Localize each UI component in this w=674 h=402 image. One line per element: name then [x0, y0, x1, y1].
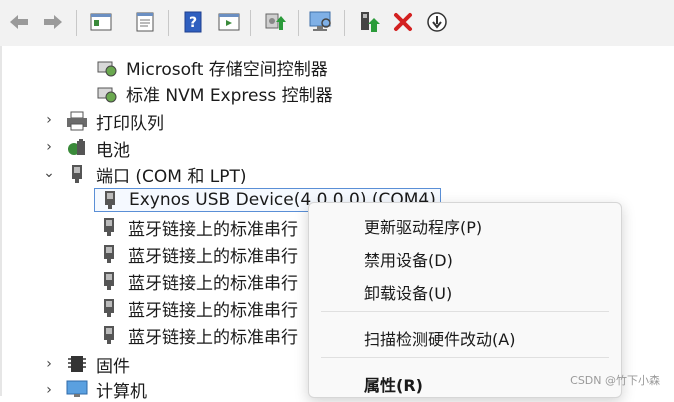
- port-icon: [98, 216, 120, 238]
- help-icon[interactable]: ?: [180, 9, 206, 35]
- tree-item-nvm-controller[interactable]: 标准 NVM Express 控制器: [96, 80, 333, 106]
- menu-separator: [321, 357, 609, 358]
- toolbar: ?: [0, 0, 674, 47]
- tree-item-label: 端口 (COM 和 LPT): [96, 166, 247, 187]
- chevron-right-icon[interactable]: ›: [42, 112, 56, 128]
- tree-item-label: 电池: [96, 140, 130, 161]
- printer-icon: [66, 110, 88, 132]
- properties-pane-icon[interactable]: [88, 9, 114, 35]
- tree-item-battery[interactable]: 电池: [66, 135, 130, 161]
- tree-item-label: 蓝牙链接上的标准串行: [128, 327, 298, 348]
- enable-device-icon[interactable]: [356, 9, 382, 35]
- port-icon: [98, 297, 120, 319]
- tree-item-bt-serial[interactable]: 蓝牙链接上的标准串行: [98, 241, 298, 267]
- tree-item-computer[interactable]: 计算机: [66, 376, 147, 402]
- toolbar-separator: [168, 10, 169, 36]
- tree-item-label: 蓝牙链接上的标准串行: [128, 300, 298, 321]
- tree-item-label: 计算机: [96, 381, 147, 402]
- firmware-chip-icon: [66, 353, 88, 375]
- tree-item-label: 蓝牙链接上的标准串行: [128, 246, 298, 267]
- menu-item-uninstall-device[interactable]: 卸载设备(U): [364, 280, 452, 304]
- tree-item-ports[interactable]: 端口 (COM 和 LPT): [66, 161, 247, 187]
- tree-item-label: 蓝牙链接上的标准串行: [128, 219, 298, 240]
- context-menu: 更新驱动程序(P) 禁用设备(D) 卸载设备(U) 扫描检测硬件改动(A) 属性…: [308, 202, 622, 398]
- chevron-down-icon[interactable]: ⌄: [42, 165, 56, 181]
- toolbar-separator: [76, 10, 77, 36]
- tree-item-bt-serial[interactable]: 蓝牙链接上的标准串行: [98, 214, 298, 240]
- svg-text:?: ?: [189, 15, 197, 31]
- uninstall-icon[interactable]: [390, 9, 416, 35]
- battery-icon: [66, 137, 88, 159]
- show-hidden-icon[interactable]: [216, 9, 242, 35]
- computer-icon: [66, 378, 88, 400]
- chevron-right-icon[interactable]: ›: [42, 139, 56, 155]
- menu-item-update-driver[interactable]: 更新驱动程序(P): [364, 214, 482, 238]
- update-driver-icon[interactable]: [262, 9, 288, 35]
- disable-device-icon[interactable]: [424, 9, 450, 35]
- menu-item-scan-hardware[interactable]: 扫描检测硬件改动(A): [364, 326, 515, 350]
- toolbar-separator: [298, 10, 299, 36]
- tree-item-firmware[interactable]: 固件: [66, 351, 130, 377]
- menu-item-properties[interactable]: 属性(R): [364, 372, 423, 396]
- chevron-right-icon[interactable]: ›: [42, 356, 56, 372]
- port-icon: [98, 270, 120, 292]
- port-icon: [99, 189, 121, 211]
- tree-item-print-queue[interactable]: 打印队列: [66, 108, 164, 134]
- tree-item-label: 固件: [96, 356, 130, 377]
- tree-item-bt-serial[interactable]: 蓝牙链接上的标准串行: [98, 295, 298, 321]
- tree-item-label: Microsoft 存储空间控制器: [126, 59, 328, 80]
- tree-item-label: 打印队列: [96, 113, 164, 134]
- watermark: CSDN @竹下小森: [570, 374, 660, 387]
- tree-item-bt-serial[interactable]: 蓝牙链接上的标准串行: [98, 268, 298, 294]
- storage-controller-icon: [96, 56, 118, 78]
- forward-icon[interactable]: [40, 9, 66, 35]
- toolbar-separator: [344, 10, 345, 36]
- back-icon[interactable]: [6, 9, 32, 35]
- port-icon: [98, 243, 120, 265]
- scan-hardware-icon[interactable]: [308, 9, 334, 35]
- tree-item-bt-serial[interactable]: 蓝牙链接上的标准串行: [98, 322, 298, 348]
- port-icon: [66, 163, 88, 185]
- tree-item-label: 蓝牙链接上的标准串行: [128, 273, 298, 294]
- port-icon: [98, 324, 120, 346]
- tree-item-label: 标准 NVM Express 控制器: [126, 85, 333, 106]
- toolbar-separator: [250, 10, 251, 36]
- menu-separator: [321, 311, 609, 312]
- tree-item-storage-controller[interactable]: Microsoft 存储空间控制器: [96, 54, 328, 80]
- menu-item-disable-device[interactable]: 禁用设备(D): [364, 247, 453, 271]
- properties-icon[interactable]: [132, 9, 158, 35]
- storage-controller-icon: [96, 82, 118, 104]
